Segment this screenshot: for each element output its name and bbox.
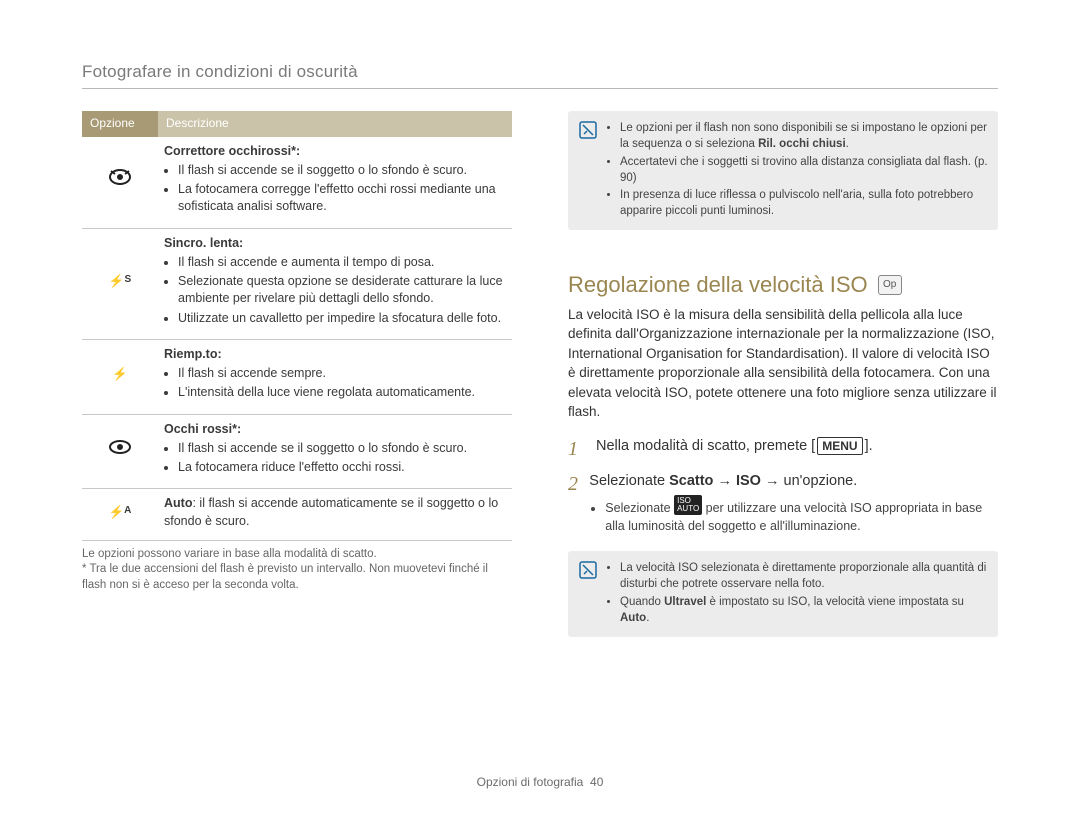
option-title: Auto — [164, 496, 192, 510]
table-row: ⚡ Riemp.to: Il flash si accende sempre. … — [82, 339, 512, 414]
list-item: Quando Ultravel è impostato su ISO, la v… — [620, 595, 988, 627]
list-item: La velocità ISO selezionata è direttamen… — [620, 561, 988, 593]
flash-options-table: Opzione Descrizione Correttore occhir — [82, 111, 512, 541]
iso-intro: La velocità ISO è la misura della sensib… — [568, 305, 998, 422]
tip-box-iso: La velocità ISO selezionata è direttamen… — [568, 551, 998, 636]
page: Fotografare in condizioni di oscurità Op… — [0, 0, 1080, 815]
option-bullets: Il flash si accende sempre. L'intensità … — [164, 365, 506, 402]
right-column: Le opzioni per il flash non sono disponi… — [568, 111, 998, 637]
list-item: Le opzioni per il flash non sono disponi… — [620, 121, 988, 153]
left-column: Opzione Descrizione Correttore occhir — [82, 111, 512, 637]
list-item: La fotocamera corregge l'effetto occhi r… — [178, 181, 506, 216]
th-description: Descrizione — [158, 111, 512, 137]
table-row: Correttore occhirossi*: Il flash si acce… — [82, 137, 512, 229]
th-option: Opzione — [82, 111, 158, 137]
option-bullets: Il flash si accende se il soggetto o lo … — [164, 162, 506, 216]
footer-section: Opzioni di fotografia — [477, 775, 584, 789]
steps-list: Nella modalità di scatto, premete [MENU]… — [568, 436, 998, 536]
slow-sync-icon: ⚡S — [109, 274, 131, 288]
option-title: Sincro. lenta: — [164, 235, 506, 252]
table-row: ⚡S Sincro. lenta: Il flash si accende e … — [82, 228, 512, 339]
section-title: Regolazione della velocità ISO — [568, 270, 868, 300]
option-bullets: Il flash si accende e aumenta il tempo d… — [164, 254, 506, 327]
note-icon — [578, 119, 598, 222]
table-row: ⚡A Auto: il flash si accende automaticam… — [82, 489, 512, 541]
iso-auto-icon: ISOAUTO — [674, 495, 702, 515]
footnotes: Le opzioni possono variare in base alla … — [82, 547, 512, 594]
option-title: Riemp.to: — [164, 346, 506, 363]
list-item: Utilizzate un cavalletto per impedire la… — [178, 310, 506, 327]
option-title: Correttore occhirossi*: — [164, 143, 506, 160]
list-item: Il flash si accende se il soggetto o lo … — [178, 440, 506, 457]
note-icon — [578, 559, 598, 628]
list-item: Selezionate ISOAUTO per utilizzare una v… — [605, 495, 998, 535]
list-item: L'intensità della luce viene regolata au… — [178, 384, 506, 401]
footer-page-number: 40 — [590, 775, 603, 789]
redeye-icon — [108, 444, 132, 458]
footnote: Le opzioni possono variare in base alla … — [82, 547, 512, 563]
mode-badge-icon: Op — [878, 275, 902, 295]
breadcrumb: Fotografare in condizioni di oscurità — [82, 62, 998, 82]
list-item: Accertatevi che i soggetti si trovino al… — [620, 155, 988, 187]
auto-flash-icon: ⚡A — [109, 505, 132, 519]
tip-list: Le opzioni per il flash non sono disponi… — [606, 119, 988, 222]
menu-button-chip: MENU — [817, 437, 862, 456]
list-item: In presenza di luce riflessa o pulviscol… — [620, 188, 988, 220]
list-item: Il flash si accende e aumenta il tempo d… — [178, 254, 506, 271]
footnote: * Tra le due accensioni del flash è prev… — [82, 562, 512, 593]
step-2: Selezionate Scatto → ISO → un'opzione. S… — [568, 471, 998, 535]
page-footer: Opzioni di fotografia 40 — [0, 775, 1080, 789]
list-item: La fotocamera riduce l'effetto occhi ros… — [178, 459, 506, 476]
heading-iso: Regolazione della velocità ISO Op — [568, 270, 998, 300]
content-columns: Opzione Descrizione Correttore occhir — [82, 111, 998, 637]
step-sub-list: Selezionate ISOAUTO per utilizzare una v… — [589, 495, 998, 535]
list-item: Il flash si accende sempre. — [178, 365, 506, 382]
option-title: Occhi rossi*: — [164, 421, 506, 438]
step-1: Nella modalità di scatto, premete [MENU]… — [568, 436, 998, 464]
list-item: Selezionate questa opzione se desiderate… — [178, 273, 506, 308]
option-text: : il flash si accende automaticamente se… — [164, 496, 498, 527]
tip-list: La velocità ISO selezionata è direttamen… — [606, 559, 988, 628]
divider — [82, 88, 998, 89]
tip-box-flash: Le opzioni per il flash non sono disponi… — [568, 111, 998, 230]
option-bullets: Il flash si accende se il soggetto o lo … — [164, 440, 506, 477]
table-row: Occhi rossi*: Il flash si accende se il … — [82, 414, 512, 489]
list-item: Il flash si accende se il soggetto o lo … — [178, 162, 506, 179]
fill-in-icon: ⚡ — [112, 367, 128, 381]
redeye-fix-icon — [108, 175, 132, 189]
